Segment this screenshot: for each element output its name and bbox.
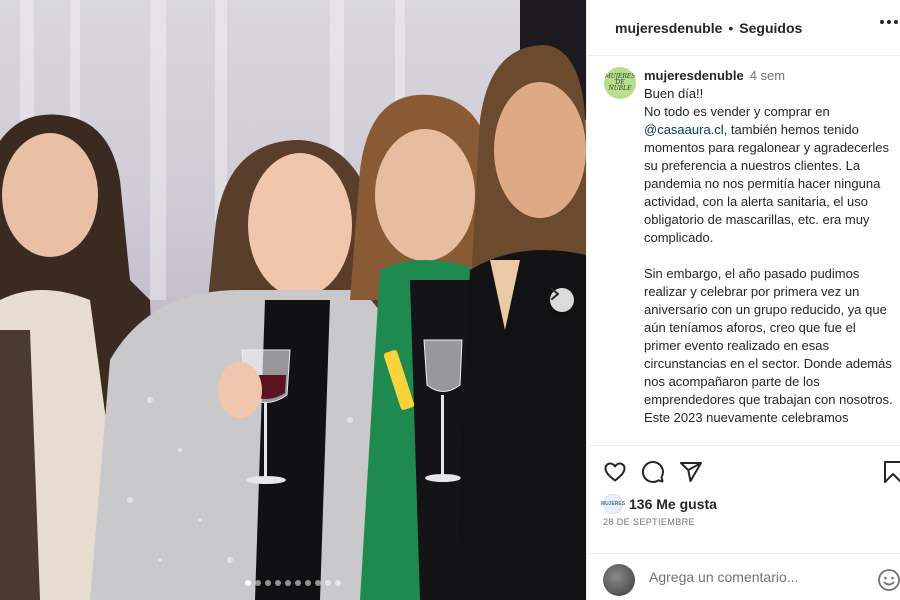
bookmark-icon[interactable] (883, 460, 900, 484)
follow-status-button[interactable]: Seguidos (739, 20, 802, 36)
caption-line-greeting: Buen día!! (644, 86, 704, 101)
post-actions: MUJERES 136 Me gusta 28 DE SEPTIEMBRE (587, 445, 900, 600)
post-caption: mujeresdenuble 4 sem Buen día!! No todo e… (644, 67, 894, 427)
chevron-right-icon (551, 288, 559, 300)
caption-scroll-area[interactable]: MUJERES DE ÑUBLE mujeresdenuble 4 sem Bue… (587, 57, 900, 445)
carousel-dot (265, 580, 271, 586)
caption-username[interactable]: mujeresdenuble (644, 68, 744, 83)
post-side-panel: mujeresdenuble • Seguidos MUJERES DE ÑUB… (586, 0, 900, 600)
avatar-logo: MUJERES DE ÑUBLE (604, 73, 636, 92)
caption-paragraph-2: Sin embargo, el año pasado pudimos reali… (644, 266, 893, 407)
caption-paragraph-1: No todo es vender y comprar en @casaaura… (644, 103, 894, 247)
carousel-indicator (0, 580, 586, 586)
carousel-dot (325, 580, 331, 586)
heart-icon[interactable] (603, 460, 627, 484)
carousel-dot (305, 580, 311, 586)
carousel-dot (245, 580, 251, 586)
comment-bar (587, 553, 900, 600)
liker-avatar: MUJERES (601, 494, 625, 514)
caption-text: , también hemos tenido momentos para reg… (644, 122, 889, 245)
author-avatar[interactable]: MUJERES DE ÑUBLE (604, 67, 636, 99)
post-photo[interactable] (0, 0, 586, 600)
post-header: mujeresdenuble • Seguidos (587, 0, 900, 56)
post-date[interactable]: 28 DE SEPTIEMBRE (603, 517, 695, 527)
current-user-avatar (603, 564, 635, 596)
emoji-icon[interactable] (877, 568, 900, 592)
share-icon[interactable] (679, 460, 703, 484)
caption-text: No todo es vender y comprar en (644, 104, 830, 119)
likes-count[interactable]: 136 Me gusta (629, 496, 717, 512)
post-author-username[interactable]: mujeresdenuble (615, 20, 722, 36)
mention-link[interactable]: @casaaura.cl (644, 122, 724, 137)
carousel-next-button[interactable] (550, 288, 574, 312)
post-photo-image (0, 0, 586, 600)
carousel-dot (285, 580, 291, 586)
header-separator: • (728, 19, 734, 36)
caption-paragraph-3: Este 2023 nuevamente celebramos (644, 410, 849, 425)
more-options-icon[interactable] (880, 20, 898, 24)
carousel-dot (315, 580, 321, 586)
comment-icon[interactable] (641, 460, 665, 484)
likes-row[interactable]: MUJERES 136 Me gusta (601, 494, 717, 514)
carousel-dot (275, 580, 281, 586)
carousel-dot (295, 580, 301, 586)
carousel-dot (335, 580, 341, 586)
comment-input[interactable] (649, 569, 849, 585)
carousel-dot (255, 580, 261, 586)
caption-timestamp[interactable]: 4 sem (750, 68, 785, 83)
